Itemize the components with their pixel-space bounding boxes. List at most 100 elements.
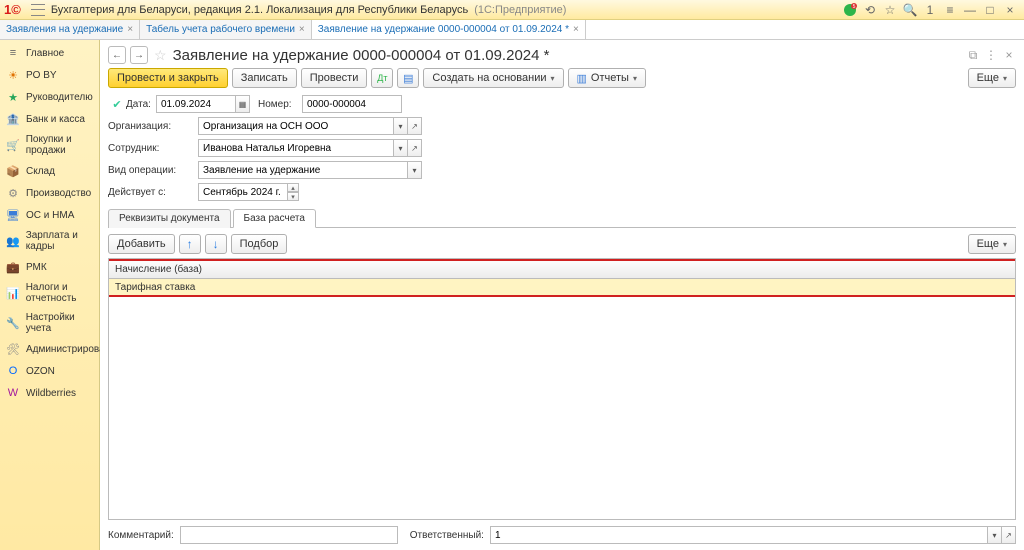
emp-label: Сотрудник: [108, 143, 198, 154]
star-icon[interactable]: ☆ [152, 47, 169, 64]
eff-input[interactable] [198, 183, 288, 201]
tab-close-icon[interactable]: × [127, 24, 133, 35]
doc-header: ← → ☆ Заявление на удержание 0000-000004… [100, 40, 1024, 66]
close-doc-icon[interactable]: × [1002, 48, 1016, 62]
tab-2[interactable]: Заявление на удержание 0000-000004 от 01… [312, 20, 586, 39]
toolbar: Провести и закрыть Записать Провести Дт … [100, 66, 1024, 94]
nav-forward-button[interactable]: → [130, 46, 148, 64]
sidebar-icon: 🛠 [6, 342, 20, 356]
org-dropdown-icon[interactable]: ▾ [394, 117, 408, 135]
pick-button[interactable]: Подбор [231, 234, 288, 254]
grid-toolbar: Добавить ↑ ↓ Подбор Еще▾ [100, 228, 1024, 258]
sidebar-item-0[interactable]: ≡ Главное [0, 42, 99, 64]
sidebar-item-1[interactable]: ☀ PO BY [0, 64, 99, 86]
tab-bar: Заявления на удержание×Табель учета рабо… [0, 20, 1024, 40]
move-down-button[interactable]: ↓ [205, 234, 227, 254]
report-icon-button[interactable]: ▤ [397, 68, 419, 88]
eff-step-down[interactable]: ▾ [287, 192, 299, 201]
resp-dropdown-icon[interactable]: ▾ [988, 526, 1002, 544]
sidebar-item-6[interactable]: ⚙Производство [0, 182, 99, 204]
sidebar-item-9[interactable]: 💼РМК [0, 256, 99, 278]
sidebar-label: Wildberries [26, 388, 76, 399]
sidebar-item-11[interactable]: 🔧Настройки учета [0, 308, 99, 338]
date-picker-icon[interactable]: ▦ [236, 95, 250, 113]
resp-label: Ответственный: [410, 530, 484, 541]
more-vert-icon[interactable]: ⋮ [984, 48, 998, 62]
more-button[interactable]: Еще▾ [968, 68, 1016, 88]
search-icon[interactable]: 🔍 [901, 1, 919, 19]
sidebar-icon: 🖥 [6, 208, 20, 222]
sidebar-label: Зарплата и кадры [26, 230, 93, 252]
post-button[interactable]: Провести [301, 68, 368, 88]
sidebar-item-5[interactable]: 📦Склад [0, 160, 99, 182]
sidebar-item-8[interactable]: 👥Зарплата и кадры [0, 226, 99, 256]
menu-icon[interactable] [31, 4, 45, 16]
number-input[interactable] [302, 95, 402, 113]
dt-button[interactable]: Дт [371, 68, 393, 88]
notifications-icon[interactable]: 5 [841, 1, 859, 19]
svg-text:5: 5 [853, 4, 856, 10]
tab-calc-base[interactable]: База расчета [233, 209, 316, 228]
emp-open-icon[interactable]: ↗ [408, 139, 422, 157]
sidebar-item-3[interactable]: 🏦Банк и касса [0, 108, 99, 130]
sidebar-icon: ⚙ [6, 186, 20, 200]
grid: Начисление (база) Тарифная ставка [108, 258, 1016, 520]
op-input[interactable] [198, 161, 408, 179]
add-button[interactable]: Добавить [108, 234, 175, 254]
maximize-icon[interactable]: □ [981, 1, 999, 19]
op-label: Вид операции: [108, 165, 198, 176]
comment-input[interactable] [180, 526, 398, 544]
org-input[interactable] [198, 117, 394, 135]
create-based-button[interactable]: Создать на основании▾ [423, 68, 563, 88]
sidebar-icon: O [6, 364, 20, 378]
history-icon[interactable]: ⟲ [861, 1, 879, 19]
emp-input[interactable] [198, 139, 394, 157]
tab-close-icon[interactable]: × [573, 24, 579, 35]
tab-close-icon[interactable]: × [299, 24, 305, 35]
sidebar-item-7[interactable]: 🖥 ОС и НМА [0, 204, 99, 226]
titlebar: 1© Бухгалтерия для Беларуси, редакция 2.… [0, 0, 1024, 20]
grid-more-button[interactable]: Еще▾ [968, 234, 1016, 254]
tab-requisites[interactable]: Реквизиты документа [108, 209, 231, 228]
date-input[interactable] [156, 95, 236, 113]
app-subtitle: (1С:Предприятие) [474, 4, 566, 16]
save-button[interactable]: Записать [232, 68, 297, 88]
close-icon[interactable]: × [1001, 1, 1019, 19]
sidebar-icon: 🛒 [6, 138, 20, 152]
emp-dropdown-icon[interactable]: ▾ [394, 139, 408, 157]
minimize-icon[interactable]: — [961, 1, 979, 19]
sidebar-item-13[interactable]: O OZON [0, 360, 99, 382]
sidebar-item-4[interactable]: 🛒Покупки и продажи [0, 130, 99, 160]
sidebar-label: Руководителю [26, 92, 93, 103]
eff-step-up[interactable]: ▴ [287, 183, 299, 192]
sidebar-icon: ☀ [6, 68, 20, 82]
sidebar-item-2[interactable]: ★ Руководителю [0, 86, 99, 108]
reports-button[interactable]: ▥Отчеты▾ [568, 68, 646, 88]
resp-input[interactable] [490, 526, 988, 544]
sidebar-label: OZON [26, 366, 55, 377]
sidebar-label: ОС и НМА [26, 210, 74, 221]
tab-0[interactable]: Заявления на удержание× [0, 20, 140, 39]
content: ← → ☆ Заявление на удержание 0000-000004… [100, 40, 1024, 550]
link-icon[interactable]: ⧉ [966, 48, 980, 63]
sidebar-label: Главное [26, 48, 64, 59]
sidebar-item-14[interactable]: W Wildberries [0, 382, 99, 404]
sidebar-icon: W [6, 386, 20, 400]
grid-row[interactable]: Тарифная ставка [109, 279, 1015, 297]
settings-icon[interactable]: ≡ [941, 1, 959, 19]
op-dropdown-icon[interactable]: ▾ [408, 161, 422, 179]
nav-back-button[interactable]: ← [108, 46, 126, 64]
move-up-button[interactable]: ↑ [179, 234, 201, 254]
form: ✔ Дата: ▦ Номер: Организация: ▾ ↗ Сотруд… [100, 94, 1024, 204]
resp-open-icon[interactable]: ↗ [1002, 526, 1016, 544]
tab-1[interactable]: Табель учета рабочего времени× [140, 20, 312, 39]
grid-header[interactable]: Начисление (база) [109, 259, 1015, 279]
sidebar-label: PO BY [26, 70, 57, 81]
sidebar-item-12[interactable]: 🛠Администрирование [0, 338, 99, 360]
post-close-button[interactable]: Провести и закрыть [108, 68, 228, 88]
org-open-icon[interactable]: ↗ [408, 117, 422, 135]
favorite-icon[interactable]: ☆ [881, 1, 899, 19]
sidebar-icon: ★ [6, 90, 20, 104]
sidebar-item-10[interactable]: 📊Налоги и отчетность [0, 278, 99, 308]
sidebar-icon: ≡ [6, 46, 20, 60]
